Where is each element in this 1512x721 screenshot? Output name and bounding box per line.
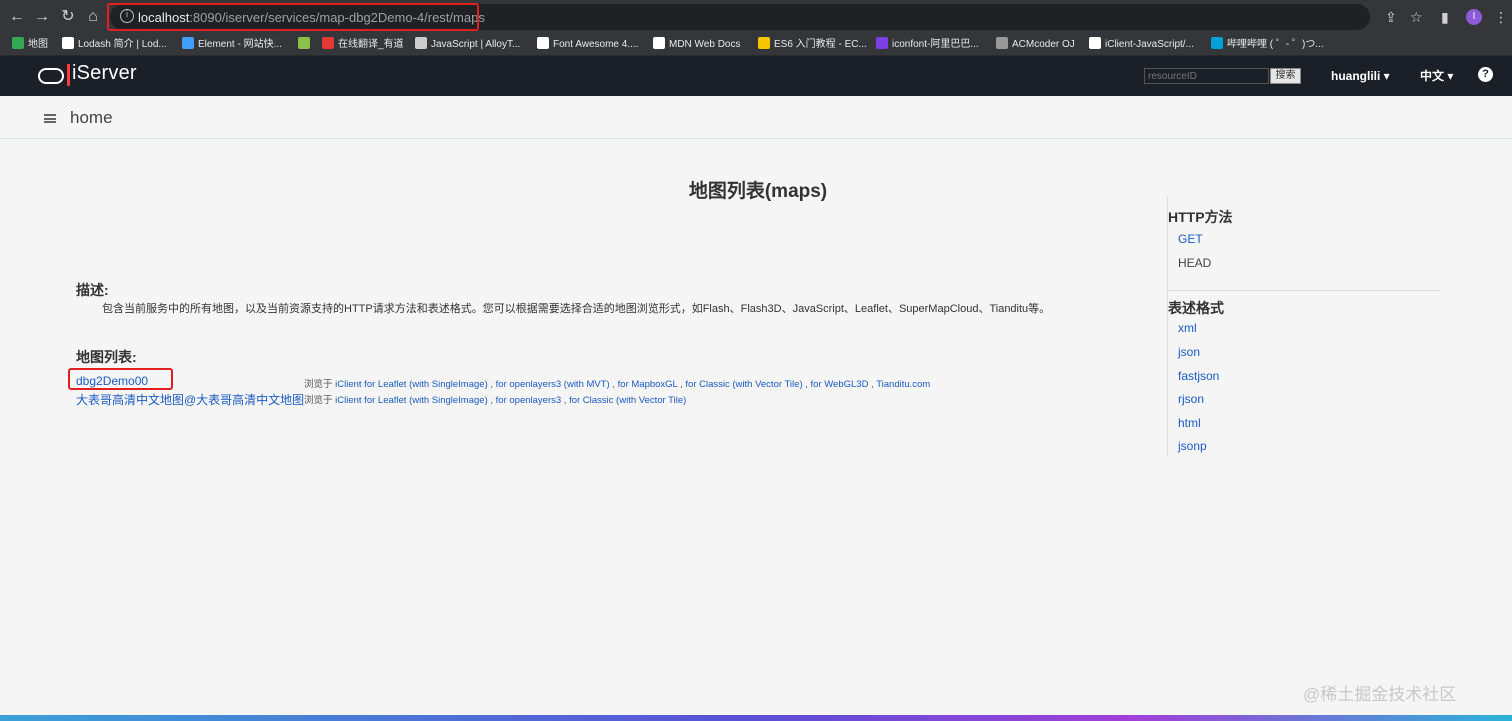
cloud-icon (38, 68, 64, 84)
logo-text: iServer (72, 62, 137, 84)
browse-link[interactable]: for openlayers3 (with MVT) (496, 379, 610, 390)
map-list-label: 地图列表: (76, 349, 137, 365)
bookmark-label: JavaScript | AlloyT... (431, 39, 521, 50)
bookmark-item[interactable] (298, 37, 314, 53)
bookmark-favicon-icon (1089, 37, 1101, 49)
format-json-link[interactable]: json (1178, 345, 1200, 359)
share-icon[interactable]: ⇪ (1385, 9, 1397, 25)
formats-title: 表述格式 (1168, 300, 1224, 316)
star-icon[interactable]: ☆ (1410, 9, 1423, 25)
user-menu[interactable]: huanglili ▾ (1331, 68, 1390, 84)
logo-accent-bar (67, 64, 70, 86)
browse-link[interactable]: for Classic (with Vector Tile) (685, 379, 802, 390)
bookmark-label: iconfont-阿里巴巴... (892, 39, 979, 50)
annotation-box-url (107, 3, 479, 31)
link-separator: , (487, 379, 496, 390)
bookmark-favicon-icon (1211, 37, 1223, 49)
browse-link[interactable]: for openlayers3 (496, 395, 561, 406)
list-icon[interactable] (44, 114, 56, 123)
bookmark-favicon-icon (876, 37, 888, 49)
bookmark-favicon-icon (12, 37, 24, 49)
bookmark-label: Font Awesome 4.... (553, 39, 639, 50)
bookmark-favicon-icon (62, 37, 74, 49)
bookmark-label: iClient-JavaScript/... (1105, 39, 1194, 50)
bookmark-item[interactable]: MDN Web Docs (653, 37, 741, 53)
browse-link[interactable]: for WebGL3D (811, 379, 869, 390)
bookmark-favicon-icon (415, 37, 427, 49)
reload-icon[interactable]: ↻ (58, 7, 78, 27)
bookmark-item[interactable]: 在线翻译_有道 (322, 37, 404, 53)
search-button[interactable]: 搜索 (1270, 68, 1301, 84)
http-methods-title: HTTP方法 (1168, 209, 1233, 225)
bookmark-favicon-icon (996, 37, 1008, 49)
language-menu[interactable]: 中文 ▾ (1420, 68, 1453, 84)
forward-icon[interactable]: → (32, 7, 52, 27)
format-html-link[interactable]: html (1178, 416, 1201, 430)
link-separator: , (609, 379, 618, 390)
bookmark-item[interactable]: ES6 入门教程 - EC... (758, 37, 867, 53)
bookmark-label: Element - 网站快... (198, 39, 282, 50)
profile-avatar[interactable]: I (1466, 9, 1482, 25)
bookmarks-bar: 地图 Lodash 简介 | Lod... Element - 网站快... 在线翻译… (0, 34, 1512, 56)
http-get-link[interactable]: GET (1178, 232, 1203, 246)
browse-prefix: 浏览于 (304, 395, 336, 406)
bookmark-favicon-icon (182, 37, 194, 49)
map-link-dabiaoge[interactable]: 大表哥高清中文地图@大表哥高清中文地图 (76, 391, 304, 408)
description-label: 描述: (76, 282, 109, 298)
format-jsonp-link[interactable]: jsonp (1178, 439, 1207, 453)
side-panel-icon[interactable]: ▮ (1441, 9, 1449, 25)
bookmark-label: MDN Web Docs (669, 39, 741, 50)
link-separator: , (561, 395, 570, 406)
home-link[interactable]: home (70, 108, 113, 128)
bookmark-favicon-icon (537, 37, 549, 49)
browse-link[interactable]: iClient for Leaflet (with SingleImage) (335, 395, 488, 406)
bookmark-item[interactable]: 哔哩哔哩 ( ゜- ゜)つ... (1211, 37, 1324, 53)
bookmark-item[interactable]: ACMcoder OJ (996, 37, 1075, 53)
browse-link[interactable]: Tianditu.com (876, 379, 930, 390)
bookmark-favicon-icon (653, 37, 665, 49)
link-separator: , (487, 395, 496, 406)
bookmark-item[interactable]: iClient-JavaScript/... (1089, 37, 1194, 53)
http-head-item: HEAD (1178, 256, 1212, 270)
browse-links-0: 浏览于 iClient for Leaflet (with SingleImag… (304, 376, 930, 390)
bookmark-label: 哔哩哔哩 ( ゜- ゜)つ... (1227, 39, 1324, 50)
bookmark-item[interactable]: JavaScript | AlloyT... (415, 37, 520, 53)
bookmark-favicon-icon (758, 37, 770, 49)
description-text: 包含当前服务中的所有地图，以及当前资源支持的HTTP请求方法和表述格式。您可以根… (102, 303, 1051, 315)
format-rjson-link[interactable]: rjson (1178, 392, 1204, 406)
format-fastjson-link[interactable]: fastjson (1178, 369, 1219, 383)
link-separator: , (802, 379, 811, 390)
bookmark-item[interactable]: Lodash 简介 | Lod... (62, 37, 167, 53)
browse-links-1: 浏览于 iClient for Leaflet (with SingleImag… (304, 392, 686, 406)
bottom-accent-bar (0, 715, 1512, 721)
bookmark-item[interactable]: Font Awesome 4.... (537, 37, 638, 53)
bookmark-favicon-icon (298, 37, 310, 49)
browse-prefix: 浏览于 (304, 379, 336, 390)
bookmark-label: 在线翻译_有道 (338, 39, 404, 50)
format-xml-link[interactable]: xml (1178, 321, 1197, 335)
home-icon[interactable]: ⌂ (83, 7, 103, 27)
bookmark-label: ES6 入门教程 - EC... (774, 39, 867, 50)
bookmark-item[interactable]: Element - 网站快... (182, 37, 282, 53)
watermark: @稀土掘金技术社区 (1303, 685, 1457, 704)
browse-link[interactable]: for MapboxGL (618, 379, 678, 390)
bookmark-item[interactable]: iconfont-阿里巴巴... (876, 37, 979, 53)
right-sidebar (1167, 196, 1440, 456)
bookmark-label: Lodash 简介 | Lod... (78, 39, 167, 50)
bookmark-item[interactable]: 地图 (12, 37, 48, 53)
browse-link[interactable]: for Classic (with Vector Tile) (569, 395, 686, 406)
resource-id-input[interactable] (1144, 68, 1269, 84)
back-icon[interactable]: ← (7, 7, 27, 27)
bookmark-favicon-icon (322, 37, 334, 49)
browse-link[interactable]: iClient for Leaflet (with SingleImage) (335, 379, 488, 390)
bookmark-label: 地图 (28, 39, 48, 50)
bookmark-label: ACMcoder OJ (1012, 39, 1075, 50)
sidebar-divider (1168, 290, 1440, 291)
help-icon[interactable]: ? (1478, 67, 1493, 82)
menu-icon[interactable]: ⋮ (1494, 9, 1508, 25)
home-bar: home (0, 96, 1512, 139)
annotation-box-map (68, 368, 173, 390)
